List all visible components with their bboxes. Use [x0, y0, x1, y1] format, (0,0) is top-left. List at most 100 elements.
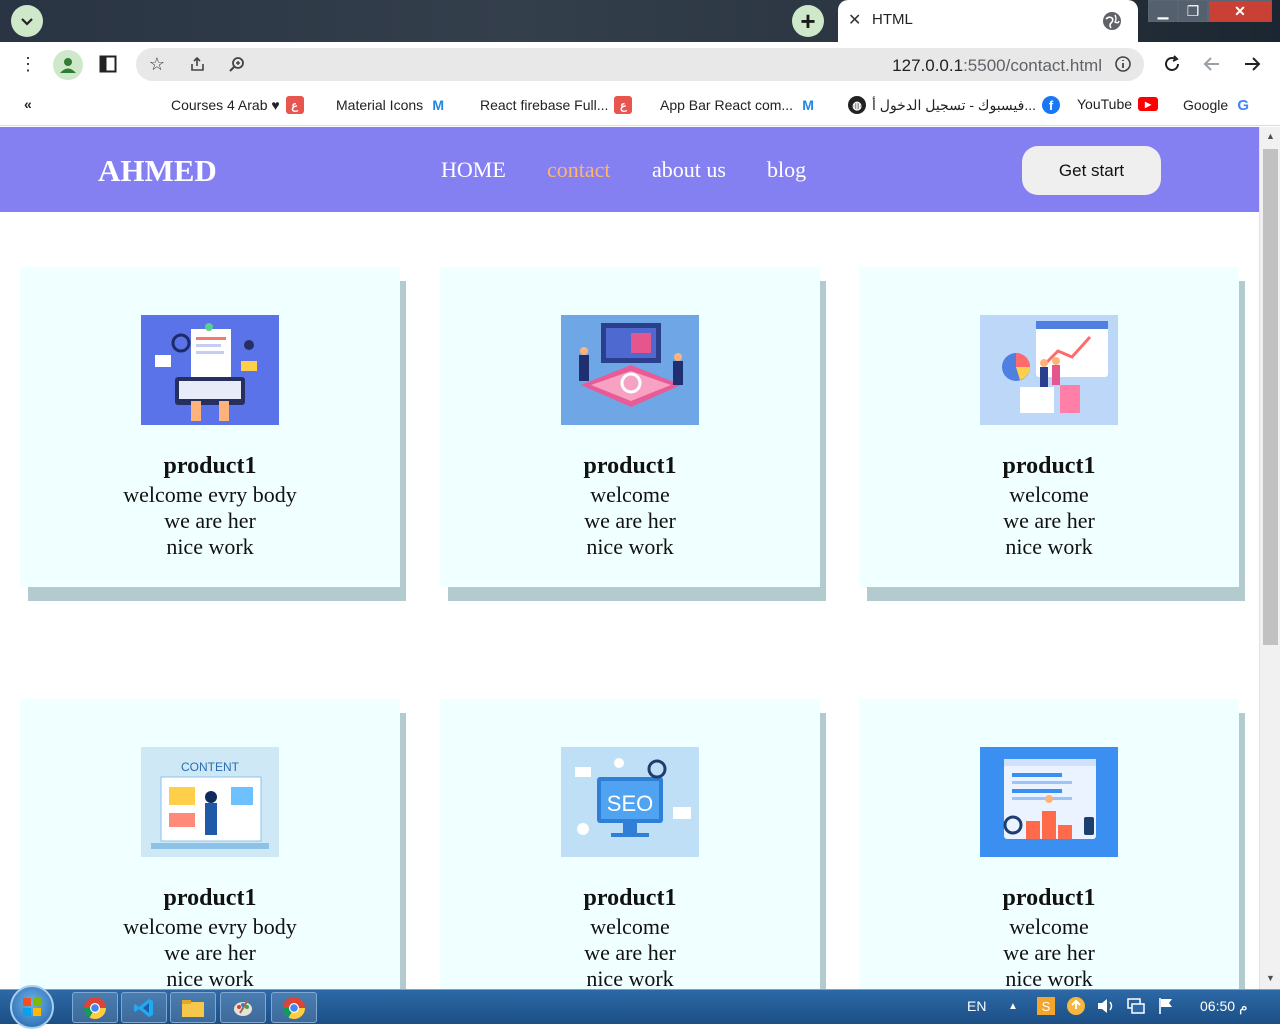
nav-link-about-us[interactable]: about us [652, 157, 726, 183]
bookmark-courses4arab[interactable]: Courses 4 Arab ♥ ع [171, 96, 304, 114]
bookmark-label: React firebase Full... [480, 97, 609, 113]
card-title: product1 [163, 885, 257, 911]
card-text-line: we are her [584, 940, 676, 965]
business-charts-illustration [980, 315, 1118, 425]
back-arrow-icon[interactable] [1200, 52, 1224, 76]
card-text-line: nice work [1005, 534, 1093, 559]
taskbar-paint[interactable] [220, 992, 266, 1023]
show-hidden-icons-icon[interactable]: ▲ [1008, 1001, 1018, 1012]
bookmark-google[interactable]: Google G [1183, 96, 1252, 114]
data-analytics-illustration [561, 315, 699, 425]
network-icon[interactable] [1126, 996, 1146, 1019]
card-body: SEO product1 welcome we are her nice wor… [440, 699, 820, 989]
taskbar-chrome-2[interactable] [271, 992, 317, 1023]
taskbar-vscode[interactable] [121, 992, 167, 1023]
zoom-icon[interactable] [225, 52, 249, 76]
card-text-line: welcome [1009, 914, 1089, 939]
mui-icon: M [802, 97, 814, 113]
side-panel-icon[interactable] [96, 52, 120, 76]
bookmark-label: فيسبوك - تسجيل الدخول أ... [872, 96, 1036, 113]
windows-taskbar: EN ▲ S 06:50 م [0, 985, 1280, 1029]
card-body: product1 welcome evry body we are her ni… [20, 267, 400, 587]
card-title: product1 [1002, 453, 1096, 479]
tray-app-icon[interactable]: S [1036, 996, 1056, 1019]
new-tab-button[interactable]: + [792, 5, 824, 37]
taskbar-chrome[interactable] [72, 992, 118, 1023]
card-text-line: welcome [590, 914, 670, 939]
bookmark-react-firebase[interactable]: React firebase Full... ع [480, 96, 633, 114]
card-text-line: we are her [1003, 508, 1095, 533]
nav-link-home[interactable]: HOME [441, 157, 506, 183]
bookmarks-overflow-button[interactable]: « [24, 96, 32, 112]
start-button[interactable] [10, 985, 54, 1029]
product-card: CONTENT product1 welcome evry body we ar… [20, 699, 406, 989]
volume-icon[interactable] [1096, 996, 1116, 1019]
bookmark-app-bar-react[interactable]: App Bar React com... M [660, 96, 817, 114]
bookmark-star-icon[interactable]: ☆ [145, 52, 169, 76]
card-text-line: we are her [164, 940, 256, 965]
kebab-menu-icon[interactable]: ⋮ [16, 52, 40, 76]
person-icon [60, 58, 76, 73]
content-word: CONTENT [181, 760, 240, 774]
card-body: product1 welcome we are her nice work [440, 267, 820, 587]
get-start-button[interactable]: Get start [1022, 146, 1161, 195]
address-bar[interactable]: ☆ 127.0.0.1:5500/contact.html [136, 48, 1144, 81]
language-indicator[interactable]: EN [967, 998, 986, 1014]
courses-icon: ع [285, 96, 304, 114]
folder-icon [182, 999, 204, 1017]
card-text-line: we are her [164, 508, 256, 533]
card-title: product1 [1002, 885, 1096, 911]
scroll-up-arrow-icon[interactable]: ▲ [1266, 131, 1275, 141]
tab-search-button[interactable] [11, 5, 43, 37]
brand-logo[interactable]: AHMED [98, 153, 217, 189]
clock[interactable]: 06:50 م [1200, 998, 1248, 1015]
windows-logo-icon [23, 998, 41, 1016]
card-text-line: welcome evry body [123, 914, 297, 939]
site-navbar: AHMED HOME contact about us blog Get sta… [0, 127, 1259, 212]
card-text-line: we are her [1003, 940, 1095, 965]
bookmark-facebook[interactable]: ◍ فيسبوك - تسجيل الدخول أ... f [848, 96, 1060, 114]
google-icon: G [1237, 96, 1249, 114]
close-tab-icon[interactable]: ✕ [848, 10, 861, 30]
vscode-icon [134, 998, 153, 1017]
svg-text:S: S [1042, 999, 1051, 1014]
tray-update-icon[interactable] [1066, 996, 1086, 1019]
nav-link-blog[interactable]: blog [767, 157, 806, 183]
bookmark-label: Google [1183, 97, 1229, 113]
nav-link-contact[interactable]: contact [547, 157, 611, 183]
plus-icon: + [800, 6, 816, 36]
bookmarks-bar: « Courses 4 Arab ♥ ع Material Icons M Re… [0, 86, 1280, 126]
card-text-line: welcome [590, 482, 670, 507]
forward-arrow-icon[interactable] [1240, 52, 1264, 76]
bookmark-material-icons[interactable]: Material Icons M [336, 96, 447, 114]
scrollbar-thumb[interactable] [1263, 149, 1278, 645]
minimize-button[interactable]: ▁ [1148, 0, 1178, 22]
scroll-down-arrow-icon[interactable]: ▼ [1266, 973, 1275, 983]
restore-button[interactable]: ❐ [1178, 0, 1208, 22]
site-info-icon[interactable] [1111, 52, 1135, 76]
tab-html[interactable]: ✕ HTML [838, 0, 1138, 42]
page-viewport: AHMED HOME contact about us blog Get sta… [0, 127, 1259, 989]
close-window-button[interactable]: ✕ [1208, 0, 1272, 22]
product-card: product1 welcome evry body we are her ni… [20, 267, 406, 601]
profile-avatar[interactable] [53, 50, 83, 80]
card-text-line: welcome evry body [123, 482, 297, 507]
bookmark-label: Courses 4 Arab ♥ [171, 97, 280, 113]
chevron-down-icon [21, 18, 33, 26]
card-title: product1 [583, 885, 677, 911]
share-icon[interactable] [185, 52, 209, 76]
card-text-line: nice work [586, 534, 674, 559]
page-scrollbar[interactable]: ▲ ▼ [1259, 127, 1280, 989]
taskbar-file-explorer[interactable] [170, 992, 216, 1023]
url-text: 127.0.0.1:5500/contact.html [892, 56, 1102, 76]
seo-illustration: SEO [561, 747, 699, 857]
bookmark-label: App Bar React com... [660, 97, 794, 113]
card-text-line: nice work [166, 966, 254, 989]
minimize-icon: ▁ [1157, 2, 1169, 19]
bookmark-label: YouTube [1077, 96, 1133, 112]
restore-icon: ❐ [1186, 2, 1200, 19]
mui-icon: M [432, 97, 444, 113]
reload-icon[interactable] [1160, 52, 1184, 76]
bookmark-youtube[interactable]: YouTube ▶ [1077, 96, 1159, 112]
action-center-flag-icon[interactable] [1156, 996, 1176, 1019]
